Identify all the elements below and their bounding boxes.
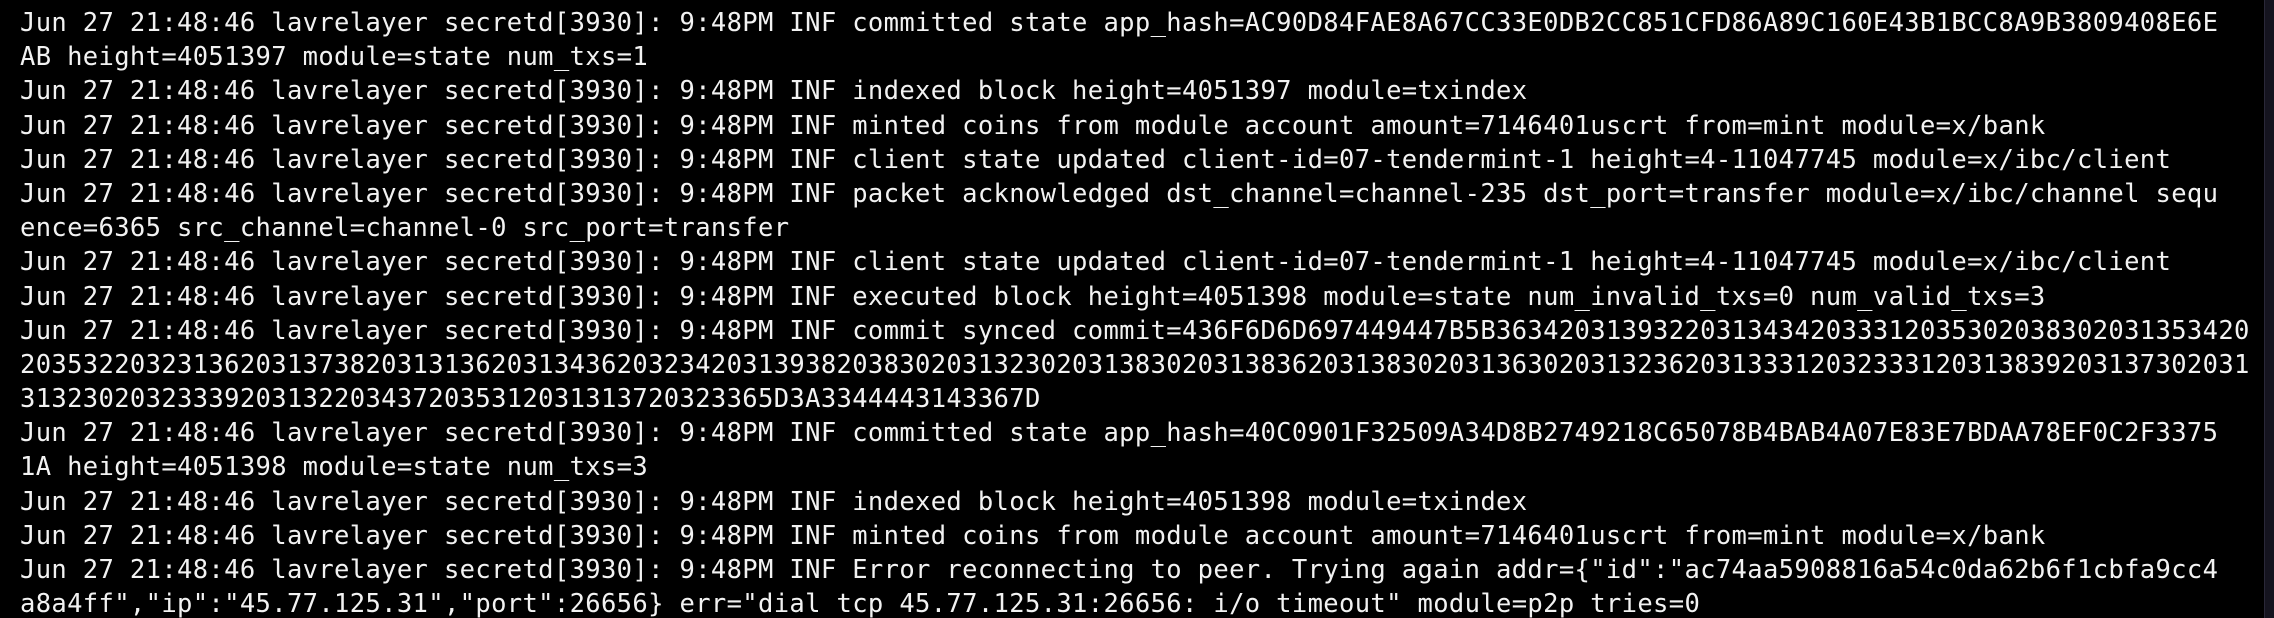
- log-line: Jun 27 21:48:46 lavrelayer secretd[3930]…: [20, 76, 1528, 107]
- log-line: 1A height=4051398 module=state num_txs=3: [20, 452, 649, 483]
- log-line: Jun 27 21:48:46 lavrelayer secretd[3930]…: [20, 281, 2046, 312]
- terminal-window[interactable]: Jun 27 21:48:46 lavrelayer secretd[3930]…: [0, 0, 2274, 618]
- log-line: Jun 27 21:48:46 lavrelayer secretd[3930]…: [20, 418, 2219, 449]
- log-line: Jun 27 21:48:46 lavrelayer secretd[3930]…: [20, 8, 2219, 38]
- log-line: Jun 27 21:48:46 lavrelayer secretd[3930]…: [20, 520, 2046, 551]
- log-line: Jun 27 21:48:46 lavrelayer secretd[3930]…: [20, 315, 2250, 346]
- log-line: Jun 27 21:48:46 lavrelayer secretd[3930]…: [20, 555, 2219, 585]
- log-line: 2035322032313620313738203131362031343620…: [20, 349, 2250, 380]
- log-line: ence=6365 src_channel=channel-0 src_port…: [20, 213, 790, 244]
- log-line: Jun 27 21:48:46 lavrelayer secretd[3930]…: [20, 110, 2046, 141]
- log-line: AB height=4051397 module=state num_txs=1: [20, 42, 649, 73]
- terminal-output: Jun 27 21:48:46 lavrelayer secretd[3930]…: [20, 6, 2265, 618]
- log-line: Jun 27 21:48:46 lavrelayer secretd[3930]…: [20, 247, 2172, 278]
- window-edge: [2264, 0, 2274, 618]
- log-line: 3132302032333920313220343720353120313137…: [20, 384, 1041, 415]
- log-line: Jun 27 21:48:46 lavrelayer secretd[3930]…: [20, 486, 1528, 517]
- log-line: Jun 27 21:48:46 lavrelayer secretd[3930]…: [20, 144, 2172, 175]
- log-line: a8a4ff","ip":"45.77.125.31","port":26656…: [20, 589, 1701, 618]
- log-line: Jun 27 21:48:46 lavrelayer secretd[3930]…: [20, 178, 2219, 209]
